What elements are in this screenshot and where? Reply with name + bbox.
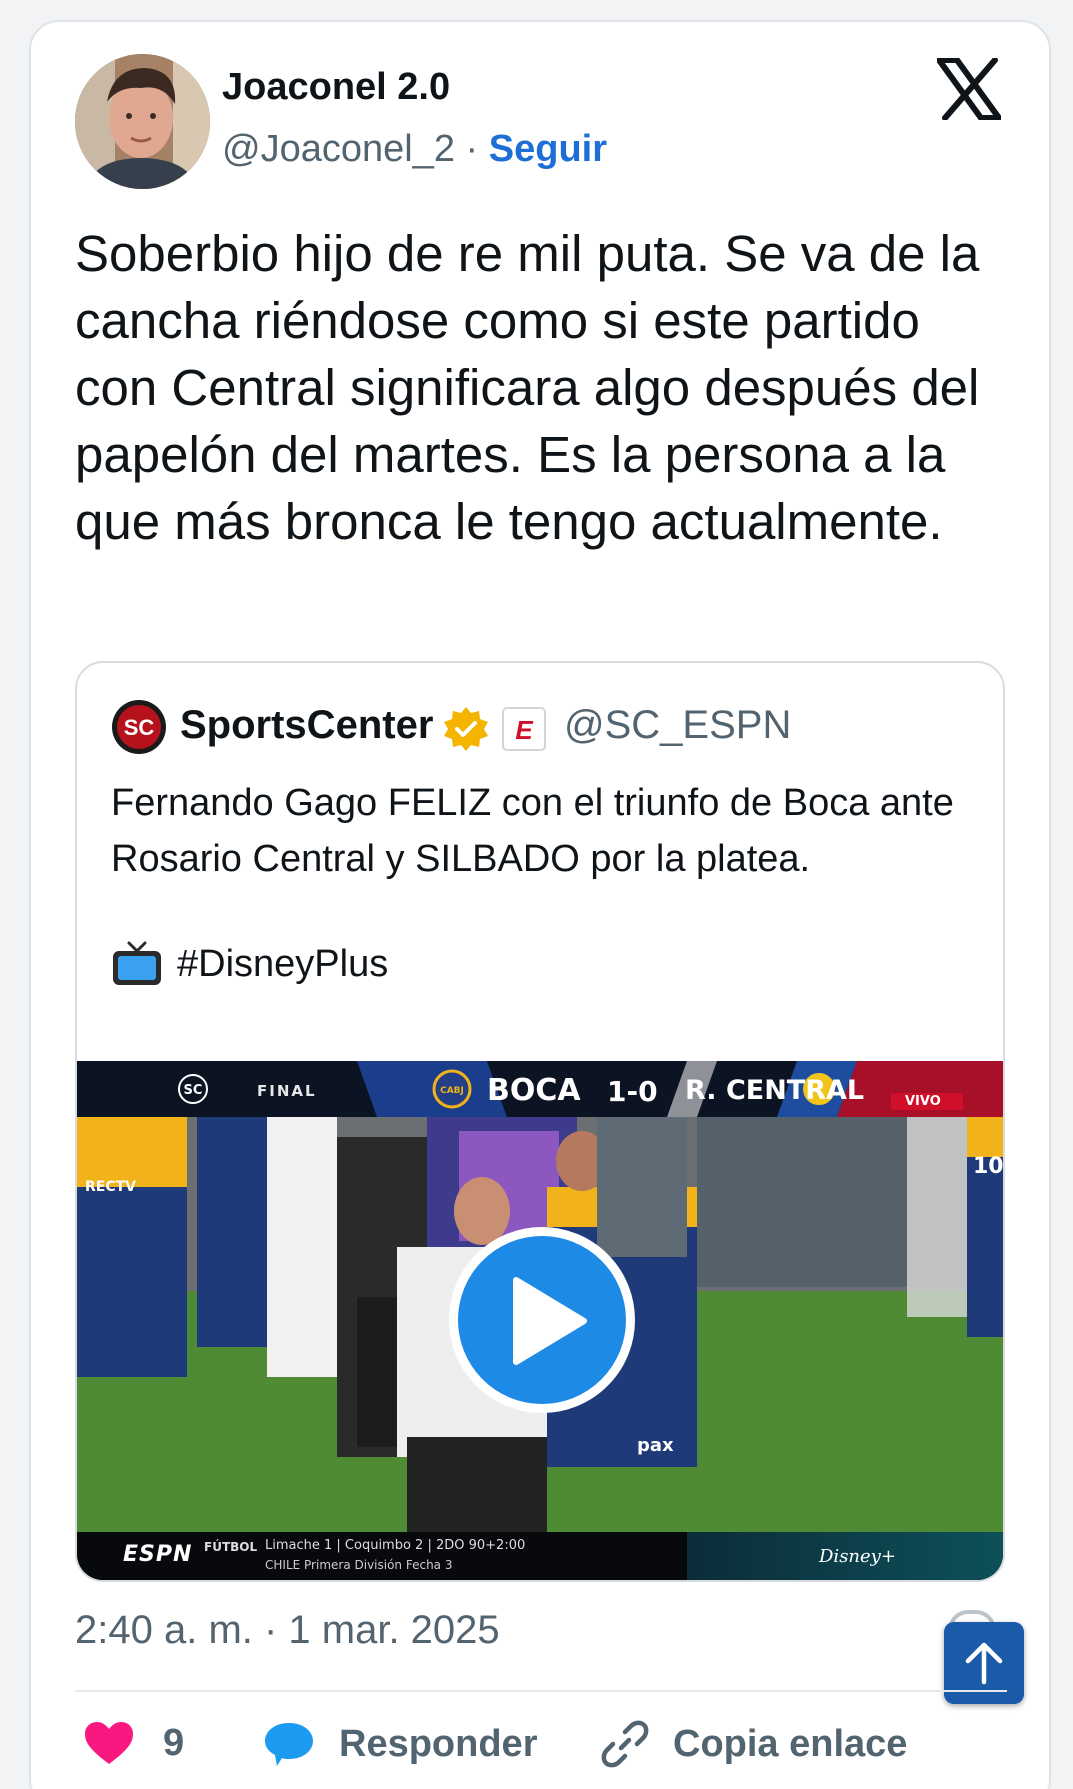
television-icon [111,939,163,989]
divider [75,1690,1007,1692]
link-icon [601,1720,649,1768]
ticker-sport: FÚTBOL [204,1540,258,1554]
like-button[interactable]: 9 [83,1720,184,1766]
jersey-text: RECTV [85,1179,136,1195]
live-badge: VIVO [891,1093,963,1110]
sponsor-text: pax [637,1435,674,1456]
play-icon [513,1277,587,1365]
like-count: 9 [163,1721,185,1764]
heart-icon [85,1722,133,1764]
author-meta: @Joaconel_2 · Seguir [222,128,607,171]
hashtag-link[interactable]: #DisneyPlus [177,943,388,986]
quoted-text: Fernando Gago FELIZ con el triunfo de Bo… [111,782,954,880]
author-avatar-image [75,54,210,189]
match-score: 1-0 [607,1075,658,1108]
match-status: FINAL [257,1082,317,1100]
score-ticker: ESPN FÚTBOL Limache 1 | Coquimbo 2 | 2DO… [77,1532,1003,1580]
player-number: 10 [973,1154,1004,1179]
ticker-league: CHILE Primera División Fecha 3 [265,1558,453,1572]
ticker-match: Limache 1 | Coquimbo 2 | 2DO 90+2:00 [265,1538,526,1553]
sportscenter-avatar[interactable]: SC [111,699,167,755]
quoted-hashtag-line: #DisneyPlus [111,939,388,989]
reply-label: Responder [339,1722,538,1765]
speech-bubble-icon [265,1723,313,1766]
espn-badge-label: E [515,715,533,745]
separator-dot: · [465,128,479,170]
play-button[interactable] [449,1227,635,1413]
video-player[interactable]: RECTV pax 10 SC FINAL CABJ BOCA 1-0 R. C… [77,1061,1004,1580]
author-handle[interactable]: @Joaconel_2 [222,128,455,170]
espn-logo: ESPN [123,1542,193,1567]
disney-plus-logo: Disney+ [819,1546,896,1567]
copy-link-label: Copia enlace [673,1722,908,1765]
verified-badge-icon [442,705,490,753]
away-team: R. CENTRAL [685,1075,865,1106]
reply-button[interactable]: Responder [263,1720,537,1768]
x-logo-icon[interactable] [936,57,1002,121]
home-team: BOCA [487,1073,581,1108]
follow-button[interactable]: Seguir [489,128,607,170]
author-name[interactable]: Joaconel 2.0 [222,66,450,109]
tweet-timestamp[interactable]: 2:40 a. m. · 1 mar. 2025 [75,1608,500,1653]
sportscenter-logo-icon: SC [178,1074,208,1104]
author-avatar[interactable] [75,54,210,189]
home-badge-text: CABJ [440,1086,464,1096]
quoted-author-name[interactable]: SportsCenter [180,703,433,748]
scorebar: SC FINAL CABJ BOCA 1-0 R. CENTRAL VIVO [77,1061,1003,1117]
arrow-up-icon [965,1642,1003,1685]
quoted-tweet[interactable]: SC SportsCenter E @SC_ESPN Fernando Gago… [75,661,1005,1582]
tweet-actions: 9 Responder Copia enlace [75,1720,1015,1780]
copy-link-button[interactable]: Copia enlace [601,1720,907,1768]
quoted-author-handle[interactable]: @SC_ESPN [564,703,791,748]
tweet-text: Soberbio hijo de re mil puta. Se va de l… [75,225,980,550]
sportscenter-avatar-label: SC [124,715,155,740]
espn-badge: E [502,707,546,751]
scorebar-logo-text: SC [184,1083,203,1098]
